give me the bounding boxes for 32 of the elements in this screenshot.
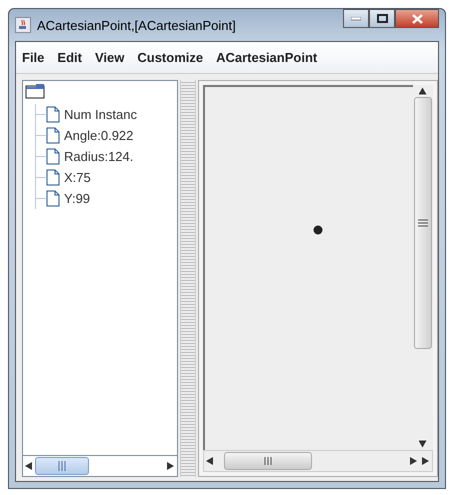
tree-item[interactable]: Y:99	[64, 191, 90, 206]
close-icon	[412, 14, 422, 24]
menu-item[interactable]: Customize	[137, 50, 204, 65]
folder-icon[interactable]	[25, 83, 45, 99]
minimize-button[interactable]	[343, 9, 369, 28]
scroll-down-arrow[interactable]	[417, 438, 429, 450]
minimize-icon	[351, 16, 361, 20]
menu-item[interactable]: View	[94, 50, 124, 65]
close-button[interactable]	[395, 9, 439, 28]
menu-item[interactable]: File	[22, 50, 44, 65]
window-title: ACartesianPoint,[ACartesianPoint]	[37, 18, 237, 32]
file-icon	[46, 106, 60, 123]
scrollbar-thumb[interactable]	[414, 97, 432, 349]
scroll-left-arrow[interactable]	[23, 460, 35, 472]
scrollbar-thumb[interactable]	[224, 452, 312, 470]
menu-item[interactable]: ACartesianPoint	[216, 50, 318, 65]
menu-item[interactable]: Edit	[57, 50, 82, 65]
file-icon	[46, 169, 60, 186]
maximize-button[interactable]	[369, 9, 395, 28]
file-icon	[46, 127, 60, 144]
scroll-up-arrow[interactable]	[417, 85, 429, 97]
file-icon	[46, 148, 60, 165]
file-icon	[46, 190, 60, 207]
scroll-left-arrow[interactable]	[204, 455, 216, 467]
maximize-icon	[376, 14, 388, 23]
tree-item[interactable]: Num Instanc	[64, 107, 137, 122]
tree-item[interactable]: Radius:124.	[64, 149, 134, 164]
scrollbar-thumb[interactable]	[35, 457, 89, 475]
point-marker	[313, 225, 323, 235]
java-cup-icon	[15, 17, 31, 33]
tree-item[interactable]: X:75	[64, 170, 91, 185]
tree-item[interactable]: Angle:0.922	[64, 128, 134, 143]
